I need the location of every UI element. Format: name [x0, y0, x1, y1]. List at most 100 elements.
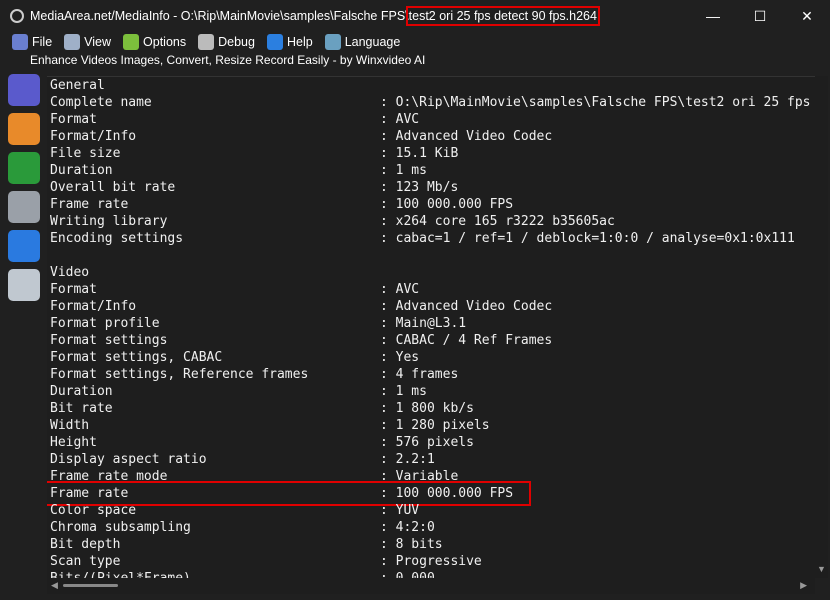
info-row: Chroma subsampling : 4:2:0: [50, 519, 815, 536]
menu-label: Help: [286, 35, 313, 49]
info-row: Width : 1 280 pixels: [50, 417, 815, 434]
value-text: cabac=1 / ref=1 / deblock=1:0:0 / analys…: [395, 231, 795, 246]
menu-file[interactable]: File: [12, 34, 52, 50]
title-path: MediaArea.net/MediaInfo - O:\Rip\MainMov…: [30, 9, 409, 23]
field-label: Overall bit rate: [50, 180, 176, 195]
maximize-button[interactable]: ☐: [737, 0, 783, 32]
title-bar: MediaArea.net/MediaInfo - O:\Rip\MainMov…: [0, 0, 830, 32]
menu-help[interactable]: Help: [266, 34, 313, 50]
value-text: 576 pixels: [395, 435, 474, 450]
field-value: : 576 pixels: [380, 435, 474, 450]
value-text: 1 280 pixels: [395, 418, 490, 433]
menu-label: File: [32, 35, 53, 49]
info-row: Format settings, CABAC: Yes: [50, 349, 815, 366]
field-value: : cabac=1 / ref=1 / deblock=1:0:0 / anal…: [380, 231, 795, 246]
field-label: Format: [50, 112, 97, 127]
scroll-right-icon[interactable]: ▶: [800, 580, 807, 591]
info-row: Duration : 1 ms: [50, 383, 815, 400]
info-text-area[interactable]: General Complete name : O:\Rip\MainMovie\s…: [47, 76, 815, 578]
field-label: File size: [50, 146, 121, 161]
field-label: Chroma subsampling: [50, 520, 191, 535]
value-text: 0.000: [396, 571, 435, 578]
field-value: : x264 core 165 r3222 b35605ac: [380, 214, 615, 229]
field-label: General: [50, 78, 105, 93]
file-icon: [12, 34, 28, 50]
info-row: Encoding settings : cabac=1 / ref=1 / deb…: [50, 230, 815, 247]
value-text: 2.2:1: [395, 452, 435, 467]
field-value: : 100 000.000 FPS: [380, 197, 514, 212]
field-value: : AVC: [380, 282, 420, 297]
window-title: MediaArea.net/MediaInfo - O:\Rip\MainMov…: [30, 6, 600, 26]
value-text: 4 frames: [395, 367, 459, 382]
menu-label: Language: [344, 35, 401, 49]
field-value: : 0.000: [380, 571, 435, 578]
field-label: Bit rate: [50, 401, 113, 416]
export-icon[interactable]: [8, 269, 40, 301]
field-label: Duration: [50, 384, 113, 399]
info-row: Frame rate : 100 000.000 FPS: [50, 196, 815, 213]
field-label: Scan type: [50, 554, 121, 569]
info-row: Format/Info: Advanced Video Codec: [50, 298, 815, 315]
info-row: Scan type: Progressive: [50, 553, 815, 570]
info-row: Format settings, Reference frames: 4 fra…: [50, 366, 815, 383]
value-text: 8 bits: [395, 537, 443, 552]
field-label: Frame rate mode: [50, 469, 168, 484]
field-label: Frame rate: [50, 197, 129, 212]
field-value: : CABAC / 4 Ref Frames: [380, 333, 553, 348]
ad-banner[interactable]: Enhance Videos Images, Convert, Resize R…: [30, 53, 425, 67]
section-header: Video: [50, 264, 815, 281]
field-label: Width: [50, 418, 90, 433]
menu-view[interactable]: View: [64, 34, 111, 50]
menu-language[interactable]: Language: [324, 34, 401, 50]
field-value: : 1 ms: [380, 163, 427, 178]
menu-label: Debug: [218, 35, 255, 49]
field-value: : 1 ms: [380, 384, 427, 399]
scroll-down-icon[interactable]: ▼: [817, 564, 826, 574]
value-text: YUV: [395, 503, 420, 518]
menu-options[interactable]: Options: [123, 34, 186, 50]
scroll-left-icon[interactable]: ◀: [51, 580, 58, 591]
minimize-button[interactable]: —: [690, 0, 736, 32]
field-value: : 8 bits: [380, 537, 443, 552]
sheet-view-icon[interactable]: [8, 113, 40, 145]
field-value: : Variable: [380, 469, 459, 484]
field-label: Format/Info: [50, 299, 137, 314]
field-label: Format settings, CABAC: [50, 350, 223, 365]
horizontal-scrollbar[interactable]: ◀ ▶: [47, 578, 815, 594]
language-icon: [324, 34, 341, 50]
field-value: : 1 280 pixels: [380, 418, 490, 433]
value-text: Yes: [395, 350, 420, 365]
debug-icon: [198, 34, 215, 50]
field-value: : 4:2:0: [380, 520, 435, 535]
info-row: Frame rate: 100 000.000 FPS: [47, 481, 815, 506]
field-value: : 1 800 kb/s: [380, 401, 474, 416]
field-value: : O:\Rip\MainMovie\samples\Falsche FPS\t…: [380, 95, 815, 110]
field-label: Format settings: [50, 333, 168, 348]
info-row: Bit depth: 8 bits: [50, 536, 815, 553]
field-value: : AVC: [380, 112, 420, 127]
tree-info-icon[interactable]: [8, 152, 40, 184]
info-row: Format profile : Main@L3.1: [50, 315, 815, 332]
field-value: : Main@L3.1: [380, 316, 467, 331]
field-label: Color space: [50, 503, 137, 518]
value-text: Advanced Video Codec: [395, 299, 553, 314]
view-sidebar: [8, 74, 44, 308]
vertical-scrollbar[interactable]: ▼: [815, 76, 828, 578]
field-label: Format profile: [50, 316, 160, 331]
menu-label: View: [84, 35, 112, 49]
preferences-icon[interactable]: [8, 191, 40, 223]
about-icon[interactable]: [8, 230, 40, 262]
field-label: Complete name: [50, 95, 152, 110]
close-button[interactable]: ✕: [784, 0, 830, 32]
view-icon: [64, 34, 81, 50]
value-text: Advanced Video Codec: [395, 129, 553, 144]
value-text: AVC: [395, 282, 420, 297]
easy-view-icon[interactable]: [8, 74, 40, 106]
horizontal-scroll-thumb[interactable]: [63, 584, 118, 587]
value-text: 123 Mb/s: [395, 180, 459, 195]
info-row: Format settings : CABAC / 4 Ref Frames: [50, 332, 815, 349]
field-value: : 123 Mb/s: [380, 180, 459, 195]
menu-debug[interactable]: Debug: [198, 34, 255, 50]
field-label: Encoding settings: [50, 231, 184, 246]
value-text: 1 800 kb/s: [395, 401, 474, 416]
